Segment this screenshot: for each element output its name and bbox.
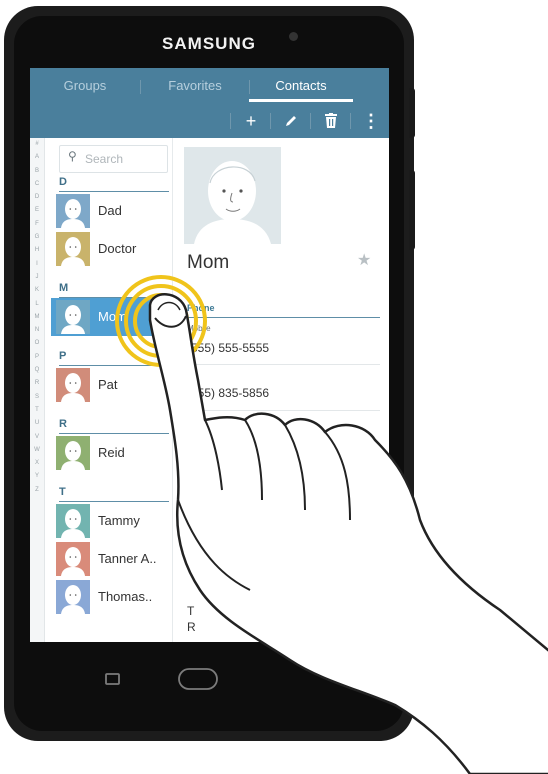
tab-groups[interactable]: Groups: [30, 68, 140, 104]
index-letter[interactable]: L: [30, 298, 44, 311]
action-divider: [230, 113, 231, 129]
section-header: T: [59, 486, 169, 502]
front-camera: [289, 32, 298, 41]
contact-name-label: Thomas..: [98, 589, 153, 604]
contact-name-label: Tanner A..: [98, 551, 157, 566]
contact-name-label: Pat: [98, 377, 118, 392]
recent-apps-icon[interactable]: [104, 672, 122, 691]
avatar-icon: [56, 194, 90, 228]
contact-row[interactable]: Thomas..: [51, 578, 169, 616]
index-letter[interactable]: A: [30, 151, 44, 164]
favorite-star-icon[interactable]: ★: [357, 250, 371, 270]
search-icon: ⚲: [68, 149, 77, 163]
index-letter[interactable]: T: [30, 404, 44, 417]
power-key[interactable]: [409, 170, 415, 250]
index-letter[interactable]: V: [30, 431, 44, 444]
contact-photo: [184, 147, 281, 244]
detail-text-fragment: T: [187, 604, 195, 618]
section-header: M: [59, 282, 169, 298]
more-options-icon[interactable]: ⋮: [356, 104, 386, 138]
index-letter[interactable]: Q: [30, 364, 44, 377]
avatar-icon: [56, 580, 90, 614]
phone-number[interactable]: (555) 555-5555: [187, 341, 269, 355]
contact-row[interactable]: Tanner A..: [51, 540, 169, 578]
action-divider: [310, 113, 311, 129]
index-letter[interactable]: J: [30, 271, 44, 284]
index-letter[interactable]: D: [30, 191, 44, 204]
index-letter[interactable]: H: [30, 244, 44, 257]
index-letter[interactable]: P: [30, 351, 44, 364]
avatar-icon: [56, 504, 90, 538]
add-contact-icon[interactable]: +: [236, 104, 266, 138]
contact-name-label: Mom: [98, 309, 127, 324]
device-screen: Groups Favorites Contacts + ⋮ # A B C D E F G H I…: [30, 68, 389, 642]
index-letter[interactable]: E: [30, 204, 44, 217]
brand-logo: SAMSUNG: [162, 34, 256, 53]
alphabet-index[interactable]: # A B C D E F G H I J K L M N O P Q R S T U V W X Y Z: [30, 138, 45, 642]
detail-text-fragment: R: [187, 620, 196, 634]
delete-icon[interactable]: [316, 104, 346, 138]
contact-name-label: Reid: [98, 445, 125, 460]
avatar-icon: [56, 368, 90, 402]
index-letter[interactable]: #: [30, 138, 44, 151]
volume-key[interactable]: [409, 88, 415, 138]
active-tab-indicator: [249, 99, 353, 102]
avatar-icon: [56, 232, 90, 266]
index-letter[interactable]: B: [30, 165, 44, 178]
home-button[interactable]: [178, 668, 218, 695]
index-letter[interactable]: F: [30, 218, 44, 231]
tab-favorites[interactable]: Favorites: [141, 68, 249, 104]
search-placeholder: Search: [85, 152, 124, 166]
contact-name: Mom: [187, 252, 230, 273]
index-letter[interactable]: Y: [30, 470, 44, 483]
index-letter[interactable]: Z: [30, 484, 44, 497]
index-letter[interactable]: W: [30, 444, 44, 457]
contact-name-label: Dad: [98, 203, 122, 218]
index-letter[interactable]: O: [30, 337, 44, 350]
contact-row[interactable]: Tammy: [51, 502, 169, 540]
action-divider: [350, 113, 351, 129]
contact-row[interactable]: Mom: [51, 298, 169, 336]
navigation-bar: [0, 642, 410, 722]
avatar-icon: [56, 542, 90, 576]
contact-row[interactable]: Pat: [51, 366, 169, 404]
contact-row[interactable]: Doctor: [51, 230, 169, 268]
contact-row[interactable]: Dad: [51, 192, 169, 230]
index-letter[interactable]: X: [30, 457, 44, 470]
index-letter[interactable]: M: [30, 311, 44, 324]
index-letter[interactable]: I: [30, 258, 44, 271]
tab-bar: Groups Favorites Contacts: [30, 68, 389, 104]
divider: [187, 364, 380, 365]
edit-icon[interactable]: [276, 104, 306, 138]
contact-detail-pane: Mom ★ Phone Mobile (555) 555-5555 (555) …: [172, 138, 389, 642]
index-letter[interactable]: U: [30, 417, 44, 430]
index-letter[interactable]: N: [30, 324, 44, 337]
phone-label: Mobile: [187, 324, 211, 333]
index-letter[interactable]: K: [30, 284, 44, 297]
index-letter[interactable]: R: [30, 377, 44, 390]
index-letter[interactable]: C: [30, 178, 44, 191]
index-letter[interactable]: G: [30, 231, 44, 244]
avatar-icon: [56, 436, 90, 470]
phone-section-header: Phone: [187, 303, 380, 318]
divider: [187, 410, 380, 411]
contact-name-label: Doctor: [98, 241, 137, 256]
section-header: D: [59, 176, 169, 192]
phone-number-secondary[interactable]: (555) 835-5856: [187, 386, 269, 400]
index-letter[interactable]: S: [30, 391, 44, 404]
contact-row[interactable]: Reid: [51, 434, 169, 472]
action-bar: + ⋮: [30, 104, 389, 138]
action-divider: [270, 113, 271, 129]
contact-list: ⚲ Search D Dad Doctor M Mom P Pat R Reid T Tammy Ta…: [45, 138, 169, 642]
section-header: P: [59, 350, 169, 366]
search-input[interactable]: ⚲ Search: [59, 145, 168, 173]
contact-name-label: Tammy: [98, 513, 140, 528]
section-header: R: [59, 418, 169, 434]
avatar-icon: [56, 300, 90, 334]
